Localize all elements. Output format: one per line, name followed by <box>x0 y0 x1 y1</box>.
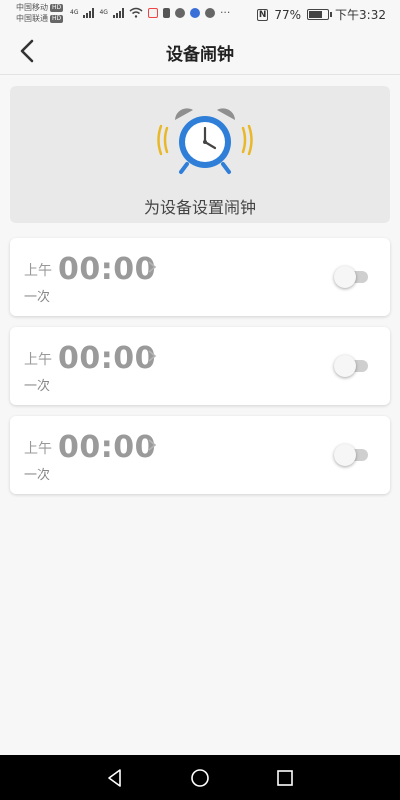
alarm-card[interactable]: 上午 00:00 一次 <box>10 327 390 405</box>
carrier-info: 中国移动 HD 中国联通 HD <box>16 2 64 24</box>
chevron-right-icon <box>148 261 157 273</box>
hd-badge: HD <box>50 14 64 23</box>
home-circle-icon[interactable] <box>189 767 211 789</box>
alarm-toggle[interactable] <box>334 444 368 466</box>
more-icon: ··· <box>219 6 231 19</box>
page-title: 设备闹钟 <box>166 45 234 65</box>
message-icon <box>204 7 215 18</box>
alarm-ampm: 上午 <box>24 263 52 279</box>
alarm-card[interactable]: 上午 00:00 一次 <box>10 416 390 494</box>
net-type-2: 4G <box>99 9 108 16</box>
alarm-card[interactable]: 上午 00:00 一次 <box>10 238 390 316</box>
alarm-banner[interactable]: 为设备设置闹钟 <box>10 86 390 223</box>
alarm-repeat: 一次 <box>24 379 51 394</box>
notification-icon <box>162 7 170 18</box>
status-icons-right: N 77% 下午3:32 <box>256 6 386 23</box>
banner-text: 为设备设置闹钟 <box>143 198 256 217</box>
hd-badge: HD <box>50 3 64 12</box>
alarm-repeat: 一次 <box>24 290 51 305</box>
header: 设备闹钟 <box>0 28 400 75</box>
alarm-ampm: 上午 <box>24 441 52 457</box>
status-icons-left: 4G 4G ··· <box>70 6 230 19</box>
alarm-time: 00:00 <box>58 252 156 287</box>
carrier-1: 中国移动 <box>16 3 48 12</box>
chevron-right-icon <box>148 439 157 451</box>
clock-time: 下午3:32 <box>335 8 386 22</box>
carrier-2: 中国联通 <box>16 14 48 23</box>
alarm-clock-icon <box>157 108 253 174</box>
alarm-time: 00:00 <box>58 430 156 465</box>
signal-icon <box>112 7 124 18</box>
wechat-icon <box>174 7 185 18</box>
wifi-icon <box>129 7 143 18</box>
nfc-icon: N <box>256 8 269 21</box>
navigation-bar <box>0 755 400 800</box>
chevron-right-icon <box>148 350 157 362</box>
battery-icon <box>307 9 333 20</box>
alarm-repeat: 一次 <box>24 468 51 483</box>
net-type-1: 4G <box>70 9 79 16</box>
signal-icon <box>83 7 95 18</box>
status-bar: 中国移动 HD 中国联通 HD 4G 4G ··· N 77% 下午3:32 <box>0 0 400 28</box>
recents-square-icon[interactable] <box>274 767 296 789</box>
app-icon <box>189 7 200 18</box>
alarm-ampm: 上午 <box>24 352 52 368</box>
alarm-toggle[interactable] <box>334 266 368 288</box>
battery-percent: 77% <box>274 7 302 22</box>
back-triangle-icon[interactable] <box>104 767 126 789</box>
alarm-toggle[interactable] <box>334 355 368 377</box>
taobao-icon <box>147 7 158 18</box>
alarm-time: 00:00 <box>58 341 156 376</box>
